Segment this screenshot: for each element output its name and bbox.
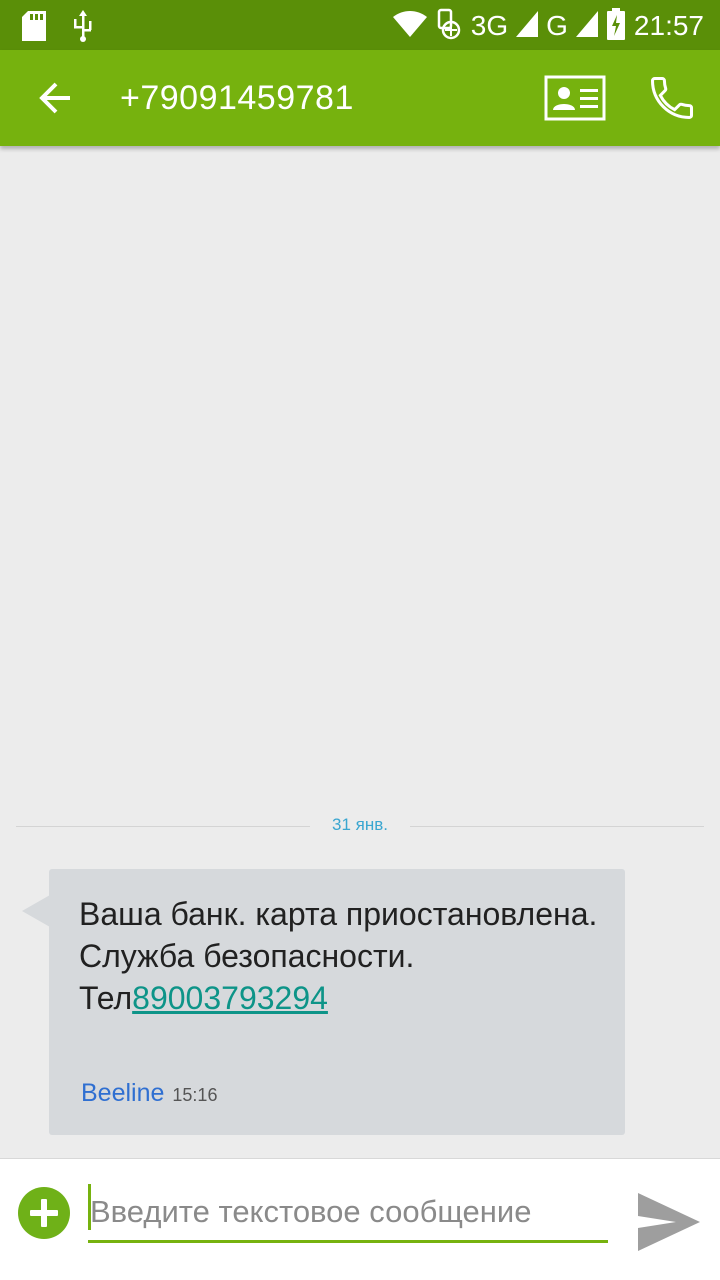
divider-line [16, 826, 310, 827]
status-time: 21:57 [633, 10, 704, 41]
signal-icon [516, 11, 539, 41]
date-divider: 31 янв. [16, 812, 704, 842]
back-button[interactable] [32, 74, 80, 122]
wifi-icon [392, 11, 427, 41]
add-attachment-button[interactable] [18, 1187, 70, 1239]
contact-card-icon [544, 75, 606, 121]
back-arrow-icon [39, 82, 70, 114]
phone-number-link[interactable]: 89003793294 [132, 980, 328, 1016]
bubble-tail [22, 895, 50, 927]
message-input[interactable] [88, 1183, 608, 1243]
conversation-title: +79091459781 [120, 79, 354, 117]
network-g-label: G [546, 10, 568, 41]
message-body: Ваша банк. карта приостановлена. Служба … [79, 893, 599, 1019]
network-3g-label: 3G [470, 10, 509, 41]
text-cursor [88, 1184, 91, 1230]
sd-card-icon [22, 11, 46, 45]
send-icon [638, 1193, 700, 1251]
phone-icon [650, 76, 694, 120]
message-time: 15:16 [172, 1085, 218, 1105]
signal-icon [575, 11, 598, 41]
battery-charging-icon [606, 8, 626, 44]
compose-bar [0, 1158, 720, 1280]
call-button[interactable] [646, 72, 698, 124]
message-meta: Beeline 15:16 [81, 1079, 217, 1108]
usb-icon [72, 10, 94, 46]
app-bar: +79091459781 [0, 50, 720, 146]
status-bar-right: 3G G 21:57 [392, 8, 704, 44]
incoming-message-bubble[interactable]: Ваша банк. карта приостановлена. Служба … [49, 869, 625, 1135]
divider-line [410, 826, 704, 827]
status-bar-left [22, 10, 94, 46]
date-label: 31 янв. [332, 815, 388, 834]
data-transfer-icon [435, 8, 463, 44]
send-button[interactable] [636, 1191, 702, 1253]
message-sender: Beeline [81, 1079, 165, 1107]
contact-info-button[interactable] [544, 74, 608, 122]
status-bar: 3G G 21:57 [0, 0, 720, 50]
